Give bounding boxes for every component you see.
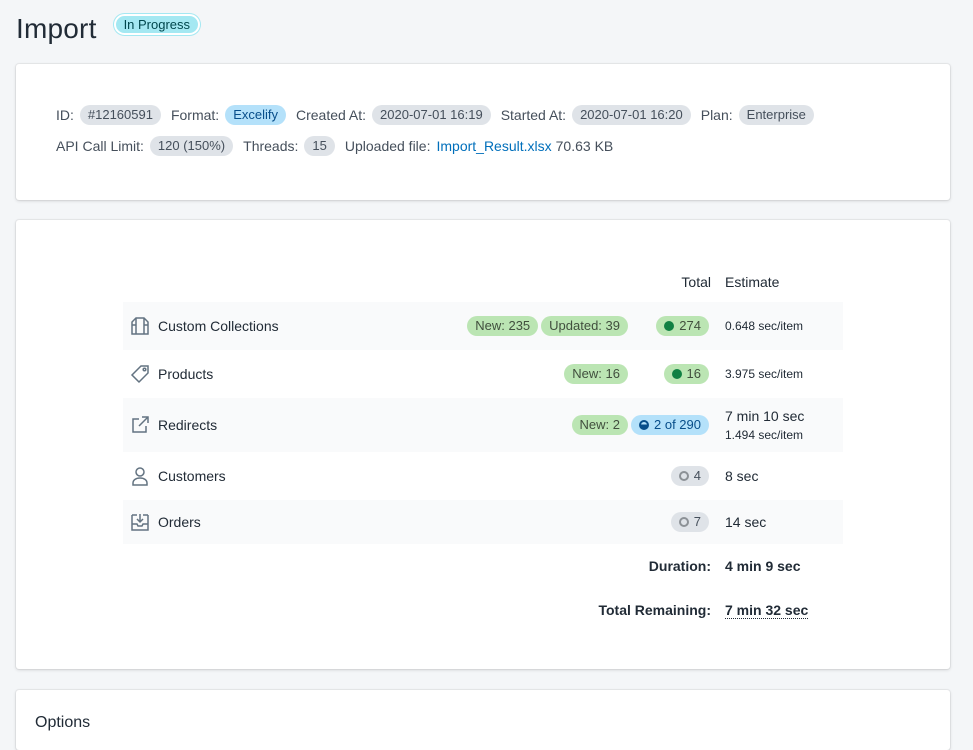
estimate-time: 8 sec <box>725 468 759 484</box>
remaining-label: Total Remaining: <box>598 602 711 618</box>
table-row-orders: Orders 7 14 sec <box>123 500 843 544</box>
info-row-1: ID: #12160591 Format: Excelify Created A… <box>56 105 824 125</box>
import-info-card: ID: #12160591 Format: Excelify Created A… <box>16 64 950 200</box>
complete-icon <box>664 321 675 331</box>
status-badge: In Progress <box>113 13 201 35</box>
progress-table: Total Estimate Custom Collections New: 2… <box>123 266 843 632</box>
total-badge: 2 of 290 <box>631 415 709 435</box>
remaining-value[interactable]: 7 min 32 sec <box>725 602 809 619</box>
file-size: 70.63 KB <box>555 138 614 154</box>
collection-icon <box>131 317 149 335</box>
row-name: Orders <box>158 514 201 530</box>
threads-label: Threads: <box>243 138 299 154</box>
row-name: Products <box>158 366 214 382</box>
total-badge: 274 <box>656 316 709 336</box>
duration-value: 4 min 9 sec <box>725 558 801 574</box>
total-badge: 7 <box>670 512 709 532</box>
row-badges: New: 2 <box>571 415 628 435</box>
page-header: Import In Progress <box>16 10 201 48</box>
header-total: Total <box>681 274 711 290</box>
options-card: Options <box>16 690 950 750</box>
total-cell: 2 of 290 <box>631 415 709 435</box>
total-cell: 274 <box>656 316 709 336</box>
page-title: Import <box>16 13 97 44</box>
estimate-cell: 7 min 10 sec 1.494 sec/item <box>725 406 804 444</box>
pending-icon <box>678 471 689 481</box>
new-badge: New: 16 <box>564 364 628 384</box>
total-value: 4 <box>693 468 701 483</box>
plan-badge: Enterprise <box>738 105 814 125</box>
created-badge: 2020-07-01 16:19 <box>372 105 491 125</box>
estimate-time: 7 min 10 sec <box>725 408 805 424</box>
plan-label: Plan: <box>700 107 733 123</box>
api-limit-label: API Call Limit: <box>56 138 144 154</box>
started-badge: 2020-07-01 16:20 <box>572 105 691 125</box>
external-link-icon <box>132 416 149 433</box>
pending-icon <box>678 517 689 527</box>
remaining-row: Total Remaining: 7 min 32 sec <box>123 588 843 632</box>
table-row-redirects: Redirects New: 2 2 of 290 7 min 10 sec 1… <box>123 398 843 452</box>
total-badge: 16 <box>663 364 709 384</box>
id-badge: #12160591 <box>79 105 161 125</box>
estimate-cell: 8 sec <box>725 466 758 486</box>
table-row-custom-collections: Custom Collections New: 235 Updated: 39 … <box>123 302 843 350</box>
estimate-rate: 3.975 sec/item <box>725 367 804 381</box>
complete-icon <box>671 369 682 379</box>
total-cell: 7 <box>670 512 709 532</box>
info-row-2: API Call Limit: 120 (150%) Threads: 15 U… <box>56 136 613 156</box>
total-cell: 16 <box>663 364 709 384</box>
total-value: 2 of 290 <box>654 417 701 432</box>
table-header: Total Estimate <box>123 266 843 302</box>
total-value: 274 <box>679 318 701 333</box>
row-badges: New: 16 <box>564 364 628 384</box>
options-title: Options <box>35 714 91 731</box>
estimate-cell: 3.975 sec/item <box>725 365 803 383</box>
created-label: Created At: <box>296 107 367 123</box>
id-label: ID: <box>56 107 74 123</box>
header-estimate: Estimate <box>725 274 780 290</box>
in-progress-icon <box>639 420 649 430</box>
row-name: Customers <box>158 468 226 484</box>
row-name: Redirects <box>158 417 218 433</box>
total-value: 7 <box>693 514 701 529</box>
row-name: Custom Collections <box>158 318 279 334</box>
format-badge: Excelify <box>225 105 286 125</box>
uploaded-file-label: Uploaded file: <box>344 138 431 154</box>
uploaded-file-link[interactable]: Import_Result.xlsx <box>436 138 551 154</box>
new-badge: New: 235 <box>467 316 539 336</box>
total-value: 16 <box>686 366 701 381</box>
total-badge: 4 <box>670 466 709 486</box>
started-label: Started At: <box>500 107 567 123</box>
duration-row-inner: Duration: 4 min 9 sec <box>123 544 843 588</box>
remaining-row-inner: Total Remaining: 7 min 32 sec <box>123 588 843 632</box>
format-label: Format: <box>170 107 220 123</box>
duration-label: Duration: <box>648 558 711 574</box>
estimate-time: 14 sec <box>725 514 767 530</box>
tag-icon <box>130 365 149 384</box>
threads-badge: 15 <box>304 136 335 156</box>
table-row-customers: Customers 4 8 sec <box>123 452 843 500</box>
progress-card: Total Estimate Custom Collections New: 2… <box>16 220 950 669</box>
total-cell: 4 <box>670 466 709 486</box>
estimate-rate: 0.648 sec/item <box>725 319 804 333</box>
estimate-cell: 14 sec <box>725 512 766 532</box>
estimate-cell: 0.648 sec/item <box>725 317 803 335</box>
row-badges: New: 235 Updated: 39 <box>467 316 628 336</box>
person-icon <box>132 467 148 486</box>
duration-row: Duration: 4 min 9 sec <box>123 544 843 588</box>
table-row-products: Products New: 16 16 3.975 sec/item <box>123 350 843 398</box>
api-limit-badge: 120 (150%) <box>149 136 234 156</box>
inbox-download-icon <box>131 514 149 531</box>
new-badge: New: 2 <box>571 415 628 435</box>
updated-badge: Updated: 39 <box>541 316 628 336</box>
estimate-rate: 1.494 sec/item <box>725 428 804 442</box>
